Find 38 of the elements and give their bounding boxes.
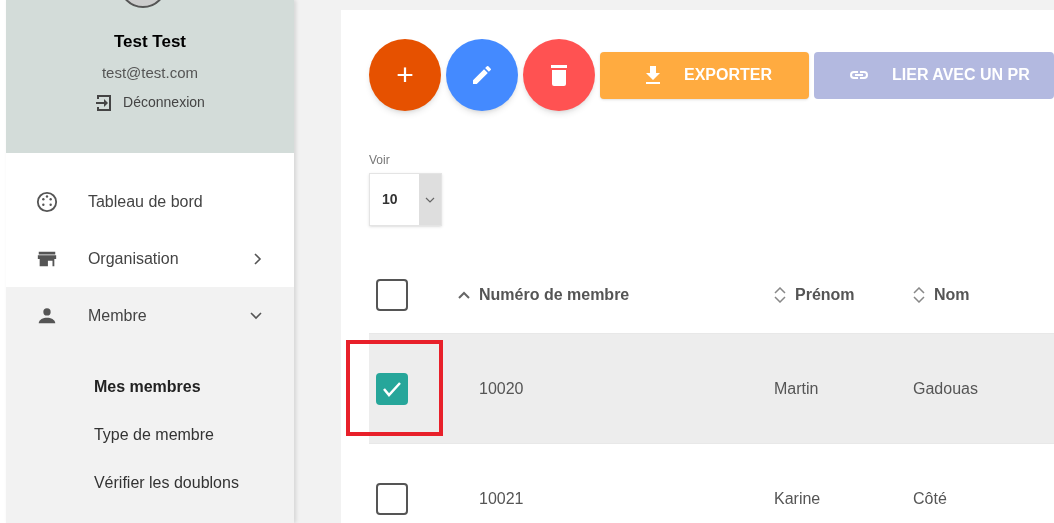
- page-size-label: Voir: [369, 152, 391, 169]
- sort-icon[interactable]: [774, 286, 786, 303]
- download-icon: [644, 65, 662, 85]
- menu-item[interactable]: Organisation: [5, 230, 294, 287]
- column-header[interactable]: Numéro de membre: [479, 282, 630, 307]
- palette-icon: [35, 190, 58, 213]
- add-button[interactable]: +: [369, 39, 441, 111]
- column-header[interactable]: Prénom: [795, 282, 855, 307]
- checkbox[interactable]: [376, 482, 408, 515]
- menu-item[interactable]: Tableau de bord: [5, 173, 294, 230]
- user-name: Test Test: [113, 31, 186, 53]
- delete-button[interactable]: [523, 39, 595, 111]
- logout-link[interactable]: Déconnexion: [95, 92, 205, 113]
- checkbox[interactable]: [376, 278, 408, 311]
- column-header[interactable]: Nom: [934, 282, 970, 307]
- table-cell-text: Côté: [913, 488, 948, 509]
- sort-icon[interactable]: [913, 286, 925, 303]
- table-cell-text: Gadouas: [913, 378, 979, 399]
- checkbox[interactable]: [376, 372, 408, 405]
- submenu-item[interactable]: Vérifier les doublons: [5, 459, 294, 507]
- chevron-down-icon[interactable]: [250, 311, 262, 320]
- table-row[interactable]: 10020 Martin Gadouas: [369, 334, 1054, 444]
- user-email: test@test.com: [101, 62, 198, 83]
- trash-icon: [548, 63, 570, 87]
- submenu-item[interactable]: Mes membres: [5, 363, 294, 411]
- table-cell-text: Karine: [774, 488, 822, 509]
- chevron-down-icon: [425, 196, 435, 203]
- page-size-select[interactable]: 10: [369, 173, 442, 226]
- table-cell-text: 10021: [478, 488, 525, 509]
- edit-button[interactable]: [446, 39, 518, 111]
- table-cell-text: Martin: [774, 378, 820, 399]
- submenu-item[interactable]: Type de membre: [5, 411, 294, 459]
- menu-item[interactable]: Membre: [5, 287, 294, 344]
- sort-up-icon[interactable]: [458, 289, 470, 300]
- chevron-right-icon[interactable]: [254, 252, 262, 265]
- link-icon: [848, 69, 870, 81]
- table-cell-text: 10020: [478, 378, 525, 399]
- pencil-icon: [470, 63, 494, 87]
